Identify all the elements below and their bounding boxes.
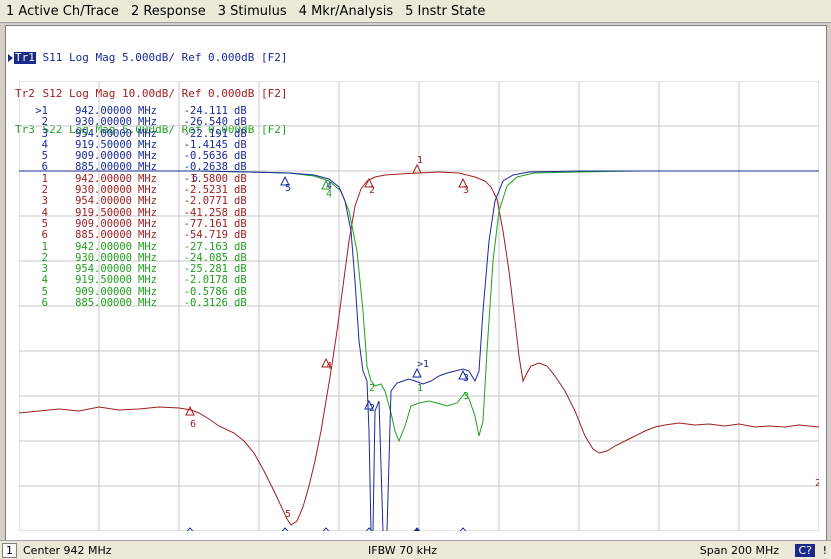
- marker-unit: MHz: [138, 195, 157, 208]
- menu-bar: 1 Active Ch/Trace 2 Response 3 Stimulus …: [0, 0, 831, 23]
- marker-unit: MHz: [138, 116, 157, 129]
- marker-label: 1: [417, 383, 423, 394]
- cal-status-badge[interactable]: C?: [795, 543, 815, 557]
- marker-num: 4: [41, 138, 48, 151]
- marker-label: 5: [285, 509, 291, 520]
- menu-mkr-analysis[interactable]: 4 Mkr/Analysis: [293, 4, 399, 19]
- marker-row: 3 954.00000 MHz -2.0771 dB: [26, 195, 254, 208]
- warning-flag: !: [822, 543, 827, 557]
- menu-active-ch-trace[interactable]: 1 Active Ch/Trace: [0, 4, 125, 19]
- menu-response[interactable]: 2 Response: [125, 4, 212, 19]
- marker-num: 6: [41, 297, 48, 310]
- menu-instr-state[interactable]: 5 Instr State: [399, 4, 491, 19]
- marker-num: 3: [41, 127, 48, 140]
- marker-unit: MHz: [138, 297, 157, 310]
- marker-num: 5: [41, 217, 48, 230]
- center-frequency[interactable]: Center 942 MHz: [23, 544, 112, 557]
- marker-num: 1: [41, 172, 48, 185]
- marker-num: 6: [41, 229, 48, 242]
- marker-val: -0.3126: [183, 297, 228, 310]
- marker-num: 4: [41, 206, 48, 219]
- marker-db: dB: [234, 229, 247, 242]
- marker-val: -54.719: [183, 229, 228, 242]
- marker-num: 3: [41, 195, 48, 208]
- marker-label: >1: [417, 359, 429, 370]
- marker-num: 2: [41, 116, 48, 129]
- channel-indicator[interactable]: 1: [2, 542, 17, 558]
- marker-num: 3: [41, 263, 48, 276]
- marker-label: 6: [190, 419, 196, 430]
- marker-row: 6 885.00000 MHz -0.3126 dB: [26, 297, 254, 310]
- marker-db: dB: [234, 116, 247, 129]
- measurement-plot[interactable]: Tr1 S11 Log Mag 5.000dB/ Ref 0.000dB [F2…: [5, 25, 827, 542]
- marker-label: 2: [369, 383, 375, 394]
- marker-freq: 930.00000: [75, 116, 132, 129]
- trace-line-tr1[interactable]: Tr1 S11 Log Mag 5.000dB/ Ref 0.000dB [F2…: [8, 52, 288, 64]
- menu-stimulus[interactable]: 3 Stimulus: [212, 4, 293, 19]
- active-trace-arrow-icon: [8, 54, 13, 62]
- marker-unit: MHz: [138, 229, 157, 242]
- marker-val: -26.540: [183, 116, 228, 129]
- marker-db: dB: [234, 195, 247, 208]
- markers-s22: 1 2 3 4: [326, 189, 469, 402]
- trace-end-label: 2: [815, 478, 819, 489]
- marker-label: 4: [326, 189, 332, 200]
- ifbw-value[interactable]: IFBW 70 kHz: [368, 544, 437, 557]
- span-value[interactable]: Span 200 MHz: [700, 544, 779, 557]
- marker-num: 4: [41, 274, 48, 287]
- trace-desc-tr1: S11 Log Mag 5.000dB/ Ref 0.000dB [F2]: [35, 51, 288, 64]
- status-bar: 1 Center 942 MHz IFBW 70 kHz Span 200 MH…: [0, 540, 831, 559]
- marker-num: 1: [41, 240, 48, 253]
- marker-num: 5: [41, 150, 48, 163]
- marker-label: 1: [417, 155, 423, 166]
- trace-tag-tr1[interactable]: Tr1: [14, 52, 36, 64]
- marker-freq: 885.00000: [75, 297, 132, 310]
- marker-freq: 954.00000: [75, 195, 132, 208]
- marker-num: 2: [41, 251, 48, 264]
- marker-num: 5: [41, 285, 48, 298]
- marker-db: dB: [234, 297, 247, 310]
- marker-table: >1 942.00000 MHz -24.111 dB 2 930.00000 MHz -26.…: [26, 105, 254, 310]
- marker-label: 3: [463, 391, 469, 402]
- marker-row: 6 885.00000 MHz -54.719 dB: [26, 229, 254, 242]
- marker-num: 6: [41, 161, 48, 174]
- marker-num: 2: [41, 184, 48, 197]
- marker-row: 2 930.00000 MHz -26.540 dB: [26, 116, 254, 129]
- marker-num: >1: [35, 105, 48, 117]
- marker-freq: 885.00000: [75, 229, 132, 242]
- marker-val: -2.0771: [183, 195, 228, 208]
